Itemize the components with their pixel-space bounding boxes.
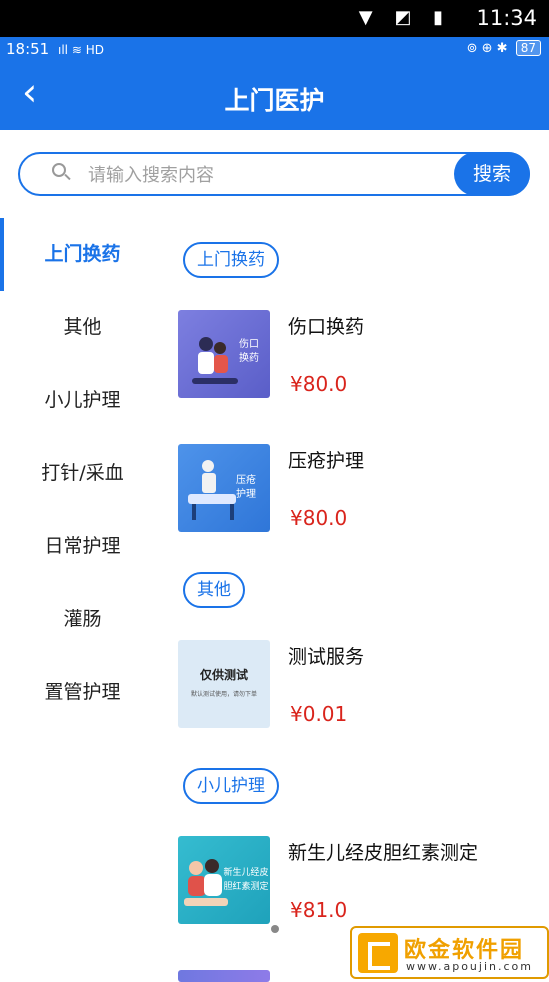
thumbnail-caption: 仅供测试 xyxy=(199,668,248,682)
service-card[interactable]: 仅供测试 默认测试使用，请勿下单 测试服务 ¥0.01 xyxy=(178,640,549,732)
thumbnail-caption: 伤口 换药 xyxy=(239,339,259,364)
service-card[interactable]: 伤口 换药 伤口换药 ¥80.0 xyxy=(178,310,549,402)
top-app-bar: ‹ 上门医护 xyxy=(0,63,549,130)
service-name: 测试服务 xyxy=(288,646,365,668)
service-price: ¥0.01 xyxy=(290,702,348,726)
sidebar-item-shangmen-huanyao[interactable]: 上门换药 xyxy=(0,218,165,291)
search-button[interactable]: 搜索 xyxy=(454,152,530,196)
service-name: 新生儿经皮胆红素测定 xyxy=(288,842,479,864)
section-header: 上门换药 xyxy=(183,242,279,278)
status-time: 18:51 xyxy=(6,40,50,58)
section-header: 其他 xyxy=(183,572,245,608)
system-status-bar: ▼ ◩ ▮ 11:34 xyxy=(0,0,549,37)
status-right: ⊚ ⊕ ✱ 87 xyxy=(467,40,541,56)
thumbnail-caption: 新生儿经皮 胆红素测定 xyxy=(223,868,269,892)
thumbnail-caption: 压疮 护理 xyxy=(236,475,256,500)
search-input[interactable] xyxy=(88,160,388,190)
scroll-indicator xyxy=(271,925,279,933)
search-bar: 搜索 xyxy=(18,152,530,196)
sidebar-item-qita[interactable]: 其他 xyxy=(0,291,165,364)
status-right-icons: ⊚ ⊕ ✱ xyxy=(466,41,508,56)
system-clock: 11:34 xyxy=(476,6,537,30)
thumbnail-subcaption: 默认测试使用，请勿下单 xyxy=(190,691,257,698)
page-title: 上门医护 xyxy=(224,86,325,115)
status-left: 18:51 ıll ≋ HD xyxy=(6,40,104,58)
battery-icon: 87 xyxy=(515,40,541,56)
service-name: 压疮护理 xyxy=(288,450,365,472)
service-card[interactable]: 新生儿经皮 胆红素测定 新生儿经皮胆红素测定 ¥81.0 xyxy=(178,836,549,928)
service-price: ¥80.0 xyxy=(290,506,348,530)
search-icon xyxy=(52,163,71,181)
system-status-icons: ▼ ◩ ▮ xyxy=(358,7,451,28)
watermark-url: www.apoujin.com xyxy=(406,960,533,973)
service-thumbnail: 新生儿经皮 胆红素测定 xyxy=(178,836,270,924)
section-header: 小儿护理 xyxy=(183,768,279,804)
app-status-bar: 18:51 ıll ≋ HD ⊚ ⊕ ✱ 87 xyxy=(0,37,549,63)
category-sidebar: 上门换药 其他 小儿护理 打针/采血 日常护理 灌肠 置管护理 xyxy=(0,218,165,729)
sidebar-item-richang-huli[interactable]: 日常护理 xyxy=(0,510,165,583)
service-price: ¥80.0 xyxy=(290,372,348,396)
watermark-icon xyxy=(358,933,398,973)
service-thumbnail xyxy=(178,970,270,982)
sidebar-item-guanchang[interactable]: 灌肠 xyxy=(0,583,165,656)
service-thumbnail: 仅供测试 默认测试使用，请勿下单 xyxy=(178,640,270,728)
service-card[interactable]: 压疮 护理 压疮护理 ¥80.0 xyxy=(178,444,549,536)
service-price: ¥81.0 xyxy=(290,898,348,922)
service-thumbnail: 伤口 换药 xyxy=(178,310,270,398)
sidebar-item-dazhen-caixue[interactable]: 打针/采血 xyxy=(0,437,165,510)
service-thumbnail: 压疮 护理 xyxy=(178,444,270,532)
service-name: 伤口换药 xyxy=(288,316,365,338)
watermark-logo: 欧金软件园 www.apoujin.com xyxy=(350,926,549,979)
sidebar-item-zhiguan-huli[interactable]: 置管护理 xyxy=(0,656,165,729)
signal-wifi-icons: ıll ≋ HD xyxy=(58,43,104,57)
sidebar-item-xiaoer-huli[interactable]: 小儿护理 xyxy=(0,364,165,437)
